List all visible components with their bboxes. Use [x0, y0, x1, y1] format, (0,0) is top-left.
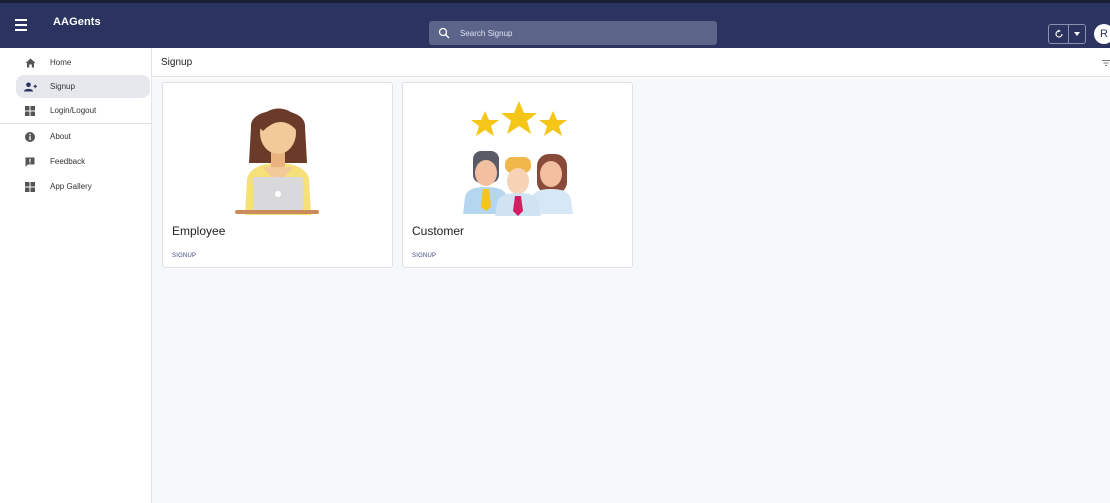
three-people-three-stars-illustration — [463, 101, 573, 216]
info-icon — [23, 130, 37, 144]
sidebar-item-label: Signup — [50, 82, 75, 91]
sidebar-item-feedback[interactable]: Feedback — [16, 150, 150, 173]
sync-button-group — [1048, 24, 1086, 44]
page-header: Signup — [152, 48, 1110, 77]
signup-link[interactable]: SIGNUP — [172, 253, 196, 259]
sidebar-item-label: Home — [50, 58, 72, 67]
signup-link[interactable]: SIGNUP — [412, 253, 436, 259]
grid-icon — [23, 180, 37, 194]
sidebar: Home Signup Login/Logout About Feedback … — [0, 48, 152, 503]
search-icon — [438, 27, 450, 39]
add-person-icon — [23, 80, 37, 94]
top-app-bar: AAGents R — [0, 0, 1110, 48]
sync-icon — [1054, 29, 1063, 38]
employee-card[interactable]: Employee SIGNUP — [162, 82, 393, 268]
feedback-icon — [23, 155, 37, 169]
page-title: Signup — [161, 57, 193, 68]
sidebar-divider — [0, 123, 151, 124]
sidebar-item-label: App Gallery — [50, 182, 92, 191]
sync-dropdown-button[interactable] — [1069, 25, 1085, 43]
search-bar[interactable] — [429, 21, 717, 45]
customer-card[interactable]: Customer SIGNUP — [402, 82, 633, 268]
sidebar-item-signup[interactable]: Signup — [16, 75, 150, 98]
woman-with-laptop-illustration — [235, 108, 319, 215]
sidebar-item-home[interactable]: Home — [16, 51, 150, 74]
app-title: AAGents — [53, 16, 101, 28]
sync-button[interactable] — [1049, 25, 1069, 43]
sidebar-item-label: About — [50, 132, 71, 141]
grid-icon — [23, 104, 37, 118]
filter-icon[interactable] — [1102, 59, 1110, 67]
search-input[interactable] — [460, 28, 700, 38]
menu-icon[interactable] — [10, 14, 32, 36]
card-title: Employee — [172, 224, 226, 238]
user-avatar[interactable]: R — [1094, 24, 1110, 44]
sidebar-item-label: Feedback — [50, 157, 86, 166]
home-icon — [23, 56, 37, 70]
sidebar-item-login-logout[interactable]: Login/Logout — [16, 99, 150, 122]
sidebar-item-about[interactable]: About — [16, 125, 150, 148]
main-content: Signup Employee SIGNUP Customer SIGNUP — [152, 48, 1110, 503]
sidebar-item-app-gallery[interactable]: App Gallery — [16, 175, 150, 198]
caret-down-icon — [1074, 32, 1080, 36]
sidebar-item-label: Login/Logout — [50, 106, 97, 115]
card-title: Customer — [412, 224, 465, 238]
